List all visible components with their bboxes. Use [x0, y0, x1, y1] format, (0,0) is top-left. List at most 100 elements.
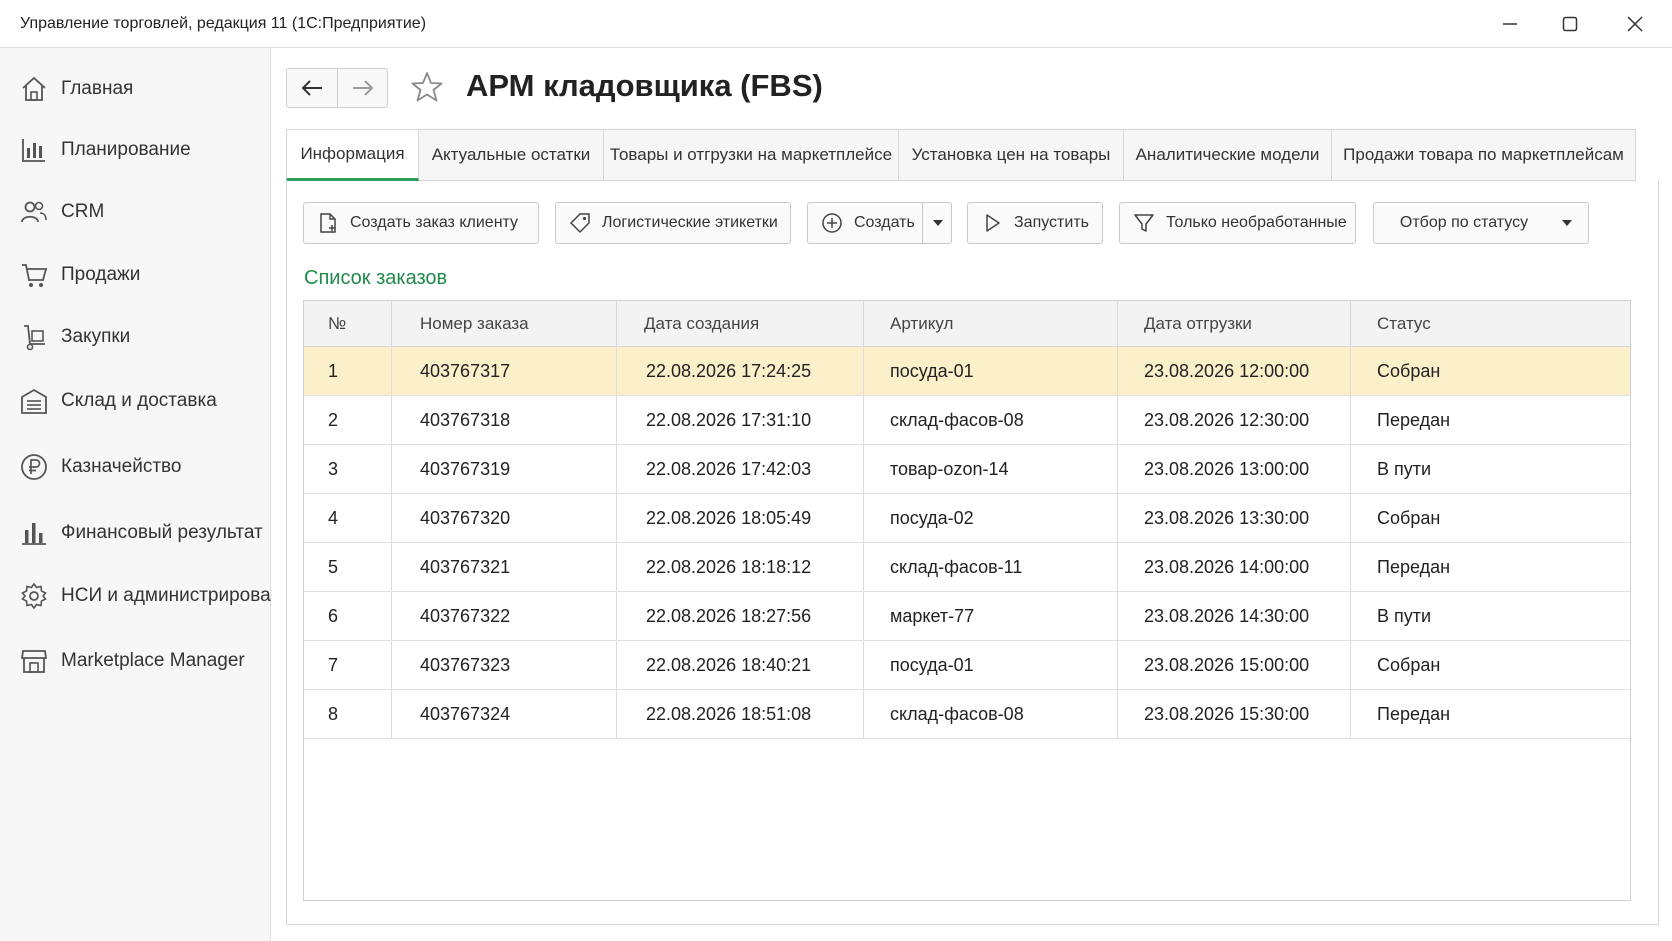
cell-created-date: 22.08.2026 17:31:10: [617, 396, 864, 444]
close-button[interactable]: [1617, 10, 1653, 38]
sidebar-item-sales[interactable]: Продажи: [0, 251, 271, 299]
caret-down-icon: [1562, 220, 1572, 226]
button-label: Только необработанные: [1166, 214, 1347, 231]
table-row[interactable]: 6 403767322 22.08.2026 18:27:56 маркет-77 23…: [304, 592, 1630, 641]
cell-number: 2: [304, 396, 392, 444]
store-icon: [19, 646, 49, 676]
run-button[interactable]: Запустить: [967, 202, 1103, 244]
only-unprocessed-button[interactable]: Только необработанные: [1119, 202, 1356, 244]
cell-order-number: 403767318: [392, 396, 617, 444]
maximize-button[interactable]: [1552, 10, 1588, 38]
tab-analytic-models[interactable]: Аналитические модели: [1124, 129, 1332, 181]
sidebar-item-label: CRM: [61, 201, 105, 222]
sidebar-item-planning[interactable]: Планирование: [0, 126, 271, 174]
cell-shipping-date: 23.08.2026 13:00:00: [1118, 445, 1351, 493]
cell-sku: маркет-77: [864, 592, 1118, 640]
sidebar-item-home[interactable]: Главная: [0, 65, 271, 113]
split-divider: [922, 203, 923, 243]
status-filter-select[interactable]: Отбор по статусу: [1373, 202, 1589, 244]
cell-order-number: 403767322: [392, 592, 617, 640]
cell-shipping-date: 23.08.2026 12:00:00: [1118, 347, 1351, 395]
table-row[interactable]: 2 403767318 22.08.2026 17:31:10 склад-фасов…: [304, 396, 1630, 445]
create-customer-order-button[interactable]: Создать заказ клиенту: [303, 202, 539, 244]
caret-down-icon: [933, 220, 943, 226]
cell-status: Передан: [1377, 409, 1451, 430]
tab-marketplace-sales[interactable]: Продажи товара по маркетплейсам: [1332, 129, 1636, 181]
table-row[interactable]: 4 403767320 22.08.2026 18:05:49 посуда-02 23…: [304, 494, 1630, 543]
favorite-star-icon[interactable]: [410, 70, 444, 104]
cell-order-number: 403767320: [392, 494, 617, 542]
cell-status: Собран: [1377, 507, 1441, 528]
tab-current-stock[interactable]: Актуальные остатки: [419, 129, 604, 181]
cell-shipping-date: 23.08.2026 14:30:00: [1118, 592, 1351, 640]
maximize-icon: [1562, 16, 1578, 32]
back-button[interactable]: [287, 69, 337, 107]
sidebar-item-treasury[interactable]: Казначейство: [0, 443, 271, 491]
cell-shipping-date: 23.08.2026 15:30:00: [1118, 690, 1351, 738]
sidebar-item-crm[interactable]: CRM: [0, 188, 271, 236]
cell-number: 7: [304, 641, 392, 689]
minimize-button[interactable]: [1492, 10, 1528, 38]
cell-order-number: 403767319: [392, 445, 617, 493]
cell-created-date: 22.08.2026 17:24:25: [617, 347, 864, 395]
column-header-sku[interactable]: Артикул: [864, 301, 1118, 347]
table-row[interactable]: 8 403767324 22.08.2026 18:51:08 склад-фасов…: [304, 690, 1630, 739]
table-header: № Номер заказа Дата создания Артикул Дат…: [304, 301, 1630, 347]
minimize-icon: [1503, 23, 1517, 25]
cell-shipping-date: 23.08.2026 12:30:00: [1118, 396, 1351, 444]
create-dropdown-arrow[interactable]: [924, 203, 952, 243]
tab-bar: Информация Актуальные остатки Товары и о…: [286, 129, 1636, 181]
table-row[interactable]: 7 403767323 22.08.2026 18:40:21 посуда-01 23…: [304, 641, 1630, 690]
column-header-status[interactable]: Статус: [1351, 301, 1630, 347]
sidebar-item-label: Финансовый результат: [61, 522, 263, 543]
column-header-order-number[interactable]: Номер заказа: [392, 301, 617, 347]
cell-created-date: 22.08.2026 17:42:03: [617, 445, 864, 493]
create-dropdown-button[interactable]: Создать: [807, 202, 952, 244]
tab-marketplace-goods[interactable]: Товары и отгрузки на маркетплейсе: [604, 129, 899, 181]
warehouse-icon: [19, 386, 49, 416]
cell-order-number: 403767324: [392, 690, 617, 738]
cell-status: В пути: [1377, 605, 1432, 626]
sidebar-item-label: Закупки: [61, 326, 131, 347]
column-header-created-date[interactable]: Дата создания: [617, 301, 864, 347]
cell-number: 6: [304, 592, 392, 640]
page-title: АРМ кладовщика (FBS): [466, 68, 823, 103]
users-icon: [19, 197, 49, 227]
orders-table[interactable]: № Номер заказа Дата создания Артикул Дат…: [303, 300, 1631, 901]
tab-price-setting[interactable]: Установка цен на товары: [899, 129, 1124, 181]
cell-status: Передан: [1377, 556, 1451, 577]
select-value: Отбор по статусу: [1399, 214, 1529, 231]
cell-number: 1: [304, 347, 392, 395]
button-label: Логистические этикетки: [602, 214, 778, 231]
table-row[interactable]: 3 403767319 22.08.2026 17:42:03 товар-ozon-…: [304, 445, 1630, 494]
column-header-shipping-date[interactable]: Дата отгрузки: [1118, 301, 1351, 347]
cell-sku: посуда-02: [864, 494, 1118, 542]
sidebar-item-purchases[interactable]: Закупки: [0, 313, 271, 361]
tab-information[interactable]: Информация: [286, 129, 419, 181]
sidebar-item-label: Главная: [61, 78, 134, 99]
column-header-number[interactable]: №: [304, 301, 392, 347]
cart-icon: [19, 260, 49, 290]
cell-order-number: 403767323: [392, 641, 617, 689]
table-row[interactable]: 1 403767317 22.08.2026 17:24:25 посуда-01 23…: [304, 347, 1630, 396]
cell-sku: склад-фасов-08: [864, 396, 1118, 444]
sidebar-item-admin[interactable]: НСИ и администрирование: [0, 572, 302, 620]
window-title: Управление торговлей, редакция 11 (1С:Пр…: [20, 15, 427, 32]
planning-chart-icon: [19, 135, 49, 165]
sidebar-item-marketplace-manager[interactable]: Marketplace Manager: [0, 637, 271, 685]
cell-shipping-date: 23.08.2026 14:00:00: [1118, 543, 1351, 591]
sidebar-item-financial-result[interactable]: Финансовый результат: [0, 509, 271, 557]
cell-sku: посуда-01: [864, 641, 1118, 689]
sidebar: Главная Планирование CRM Продажи Закупки: [0, 48, 302, 941]
logistic-labels-button[interactable]: Логистические этикетки: [555, 202, 791, 244]
cell-order-number: 403767321: [392, 543, 617, 591]
cell-number: 4: [304, 494, 392, 542]
cell-status: Собран: [1377, 654, 1441, 675]
plus-circle-icon: [820, 211, 844, 235]
cell-sku: товар-ozon-14: [864, 445, 1118, 493]
forward-button[interactable]: [337, 69, 387, 107]
table-row[interactable]: 5 403767321 22.08.2026 18:18:12 склад-фасов…: [304, 543, 1630, 592]
cell-status: Передан: [1377, 703, 1451, 724]
sidebar-item-warehouse[interactable]: Склад и доставка: [0, 377, 271, 425]
cell-created-date: 22.08.2026 18:05:49: [617, 494, 864, 542]
